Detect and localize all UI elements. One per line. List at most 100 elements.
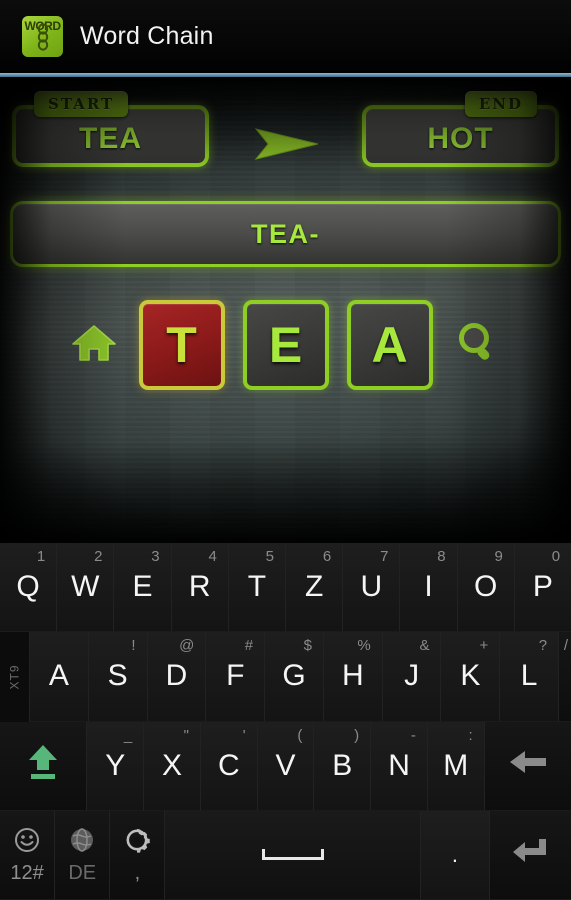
magnifier-icon — [455, 320, 501, 371]
letter-tile-2[interactable]: E — [242, 300, 329, 390]
globe-icon — [69, 827, 95, 861]
key-alt: % — [357, 637, 371, 655]
key-row2-edge[interactable]: / — [559, 632, 571, 722]
settings-label: , — [134, 861, 141, 884]
xt9-indicator[interactable]: XT9 — [0, 632, 30, 722]
settings-key[interactable]: , — [110, 810, 166, 900]
key-d[interactable]: @ D — [147, 632, 207, 722]
key-alt: $ — [303, 637, 312, 655]
key-n[interactable]: -N — [371, 721, 428, 811]
end-tab-label: END — [464, 91, 537, 117]
keyboard-row-4: 12# DE , . — [0, 810, 571, 900]
key-c[interactable]: ' C — [200, 721, 258, 811]
key-z[interactable]: 6Z — [286, 543, 344, 633]
key-alt: @ — [179, 637, 195, 655]
space-key[interactable] — [165, 810, 422, 900]
tile-letter: T — [166, 317, 197, 373]
app-logo: WORD — [22, 16, 63, 57]
key-label: E — [132, 570, 153, 604]
enter-key[interactable] — [489, 810, 571, 900]
key-label: Z — [304, 570, 324, 604]
tile-letter: E — [268, 317, 303, 373]
key-o[interactable]: 9O — [457, 543, 515, 633]
keyboard-row-3: _ Y " X ' C (V ) B -N :M — [0, 721, 571, 811]
key-w[interactable]: 2W — [57, 543, 115, 633]
key-l[interactable]: ? L — [500, 632, 560, 722]
key-label: P — [532, 570, 553, 604]
key-q[interactable]: 1Q — [0, 543, 58, 633]
key-label: M — [443, 748, 469, 782]
key-alt: ? — [538, 637, 548, 655]
key-j[interactable]: & J — [382, 632, 442, 722]
shift-up-arrow-icon — [26, 742, 60, 790]
enter-arrow-icon — [511, 836, 549, 874]
key-label: S — [107, 659, 128, 693]
gear-icon — [124, 827, 151, 861]
key-label: J — [404, 659, 420, 693]
key-p[interactable]: 0P — [514, 543, 571, 633]
key-u[interactable]: 7U — [343, 543, 401, 633]
key-label: X — [162, 748, 183, 782]
key-h[interactable]: % H — [323, 632, 383, 722]
search-button[interactable] — [442, 299, 514, 391]
key-alt: 3 — [151, 548, 160, 565]
key-e[interactable]: 3E — [114, 543, 172, 633]
key-y[interactable]: _ Y — [87, 721, 145, 811]
app-window: WORD Word Chain TEA START HOT END TEA- T… — [0, 0, 571, 900]
symbols-key[interactable]: 12# — [0, 810, 56, 900]
key-a[interactable]: A — [30, 632, 89, 722]
keyboard-row-1: 1Q 2W 3E 4R 5T 6Z 7U 8I 9O 0P — [0, 543, 571, 633]
key-alt: 9 — [494, 548, 503, 565]
key-alt: ( — [297, 726, 303, 744]
key-m[interactable]: :M — [427, 721, 485, 811]
key-s[interactable]: ! S — [88, 632, 148, 722]
shift-key[interactable] — [0, 721, 88, 811]
key-f[interactable]: # F — [206, 632, 266, 722]
software-keyboard: 1Q 2W 3E 4R 5T 6Z 7U 8I 9O 0P XT9 A ! S @… — [0, 543, 571, 900]
key-alt: 5 — [265, 548, 275, 565]
key-label: N — [388, 748, 410, 782]
key-alt: # — [244, 637, 254, 655]
key-alt: + — [479, 637, 489, 655]
key-x[interactable]: " X — [144, 721, 201, 811]
key-g[interactable]: $ G — [265, 632, 324, 722]
chain-input-bar[interactable]: TEA- — [10, 201, 561, 267]
space-bar-icon — [261, 849, 324, 861]
key-k[interactable]: + K — [441, 632, 501, 722]
game-board: TEA START HOT END TEA- T E A — [0, 77, 571, 543]
letter-tiles-row: T E A — [0, 295, 571, 395]
key-r[interactable]: 4R — [171, 543, 229, 633]
key-b[interactable]: ) B — [314, 721, 372, 811]
key-label: I — [424, 570, 433, 604]
backspace-key[interactable] — [484, 721, 571, 811]
period-key[interactable]: . — [421, 810, 490, 900]
word-panels: TEA START HOT END — [0, 91, 571, 173]
key-v[interactable]: (V — [257, 721, 315, 811]
key-alt: : — [468, 726, 473, 744]
key-label: K — [460, 659, 481, 693]
key-i[interactable]: 8I — [400, 543, 458, 633]
letter-tile-1[interactable]: T — [138, 300, 225, 390]
language-key[interactable]: DE — [55, 810, 111, 900]
key-label: Y — [105, 748, 126, 782]
key-alt: 0 — [551, 548, 561, 565]
key-label: B — [332, 748, 353, 782]
end-word: HOT — [427, 122, 494, 155]
key-alt: 8 — [437, 548, 446, 565]
letter-tile-3[interactable]: A — [346, 300, 433, 390]
key-t[interactable]: 5T — [228, 543, 287, 633]
language-label: DE — [68, 861, 97, 884]
key-alt: 2 — [94, 548, 103, 565]
tile-letter: A — [371, 317, 408, 373]
home-button[interactable] — [58, 299, 130, 391]
start-word: TEA — [79, 122, 142, 155]
chain-text: TEA- — [251, 218, 320, 249]
key-label: W — [71, 570, 100, 604]
key-label: A — [48, 659, 69, 693]
key-label: O — [474, 570, 498, 604]
key-alt: & — [419, 637, 430, 655]
start-tab-label: START — [34, 91, 129, 117]
app-header: WORD Word Chain — [0, 0, 571, 73]
keyboard-row-2: XT9 A ! S @ D # F $ G % H & J + K ? L / — [0, 632, 571, 722]
key-alt: / — [563, 637, 569, 655]
